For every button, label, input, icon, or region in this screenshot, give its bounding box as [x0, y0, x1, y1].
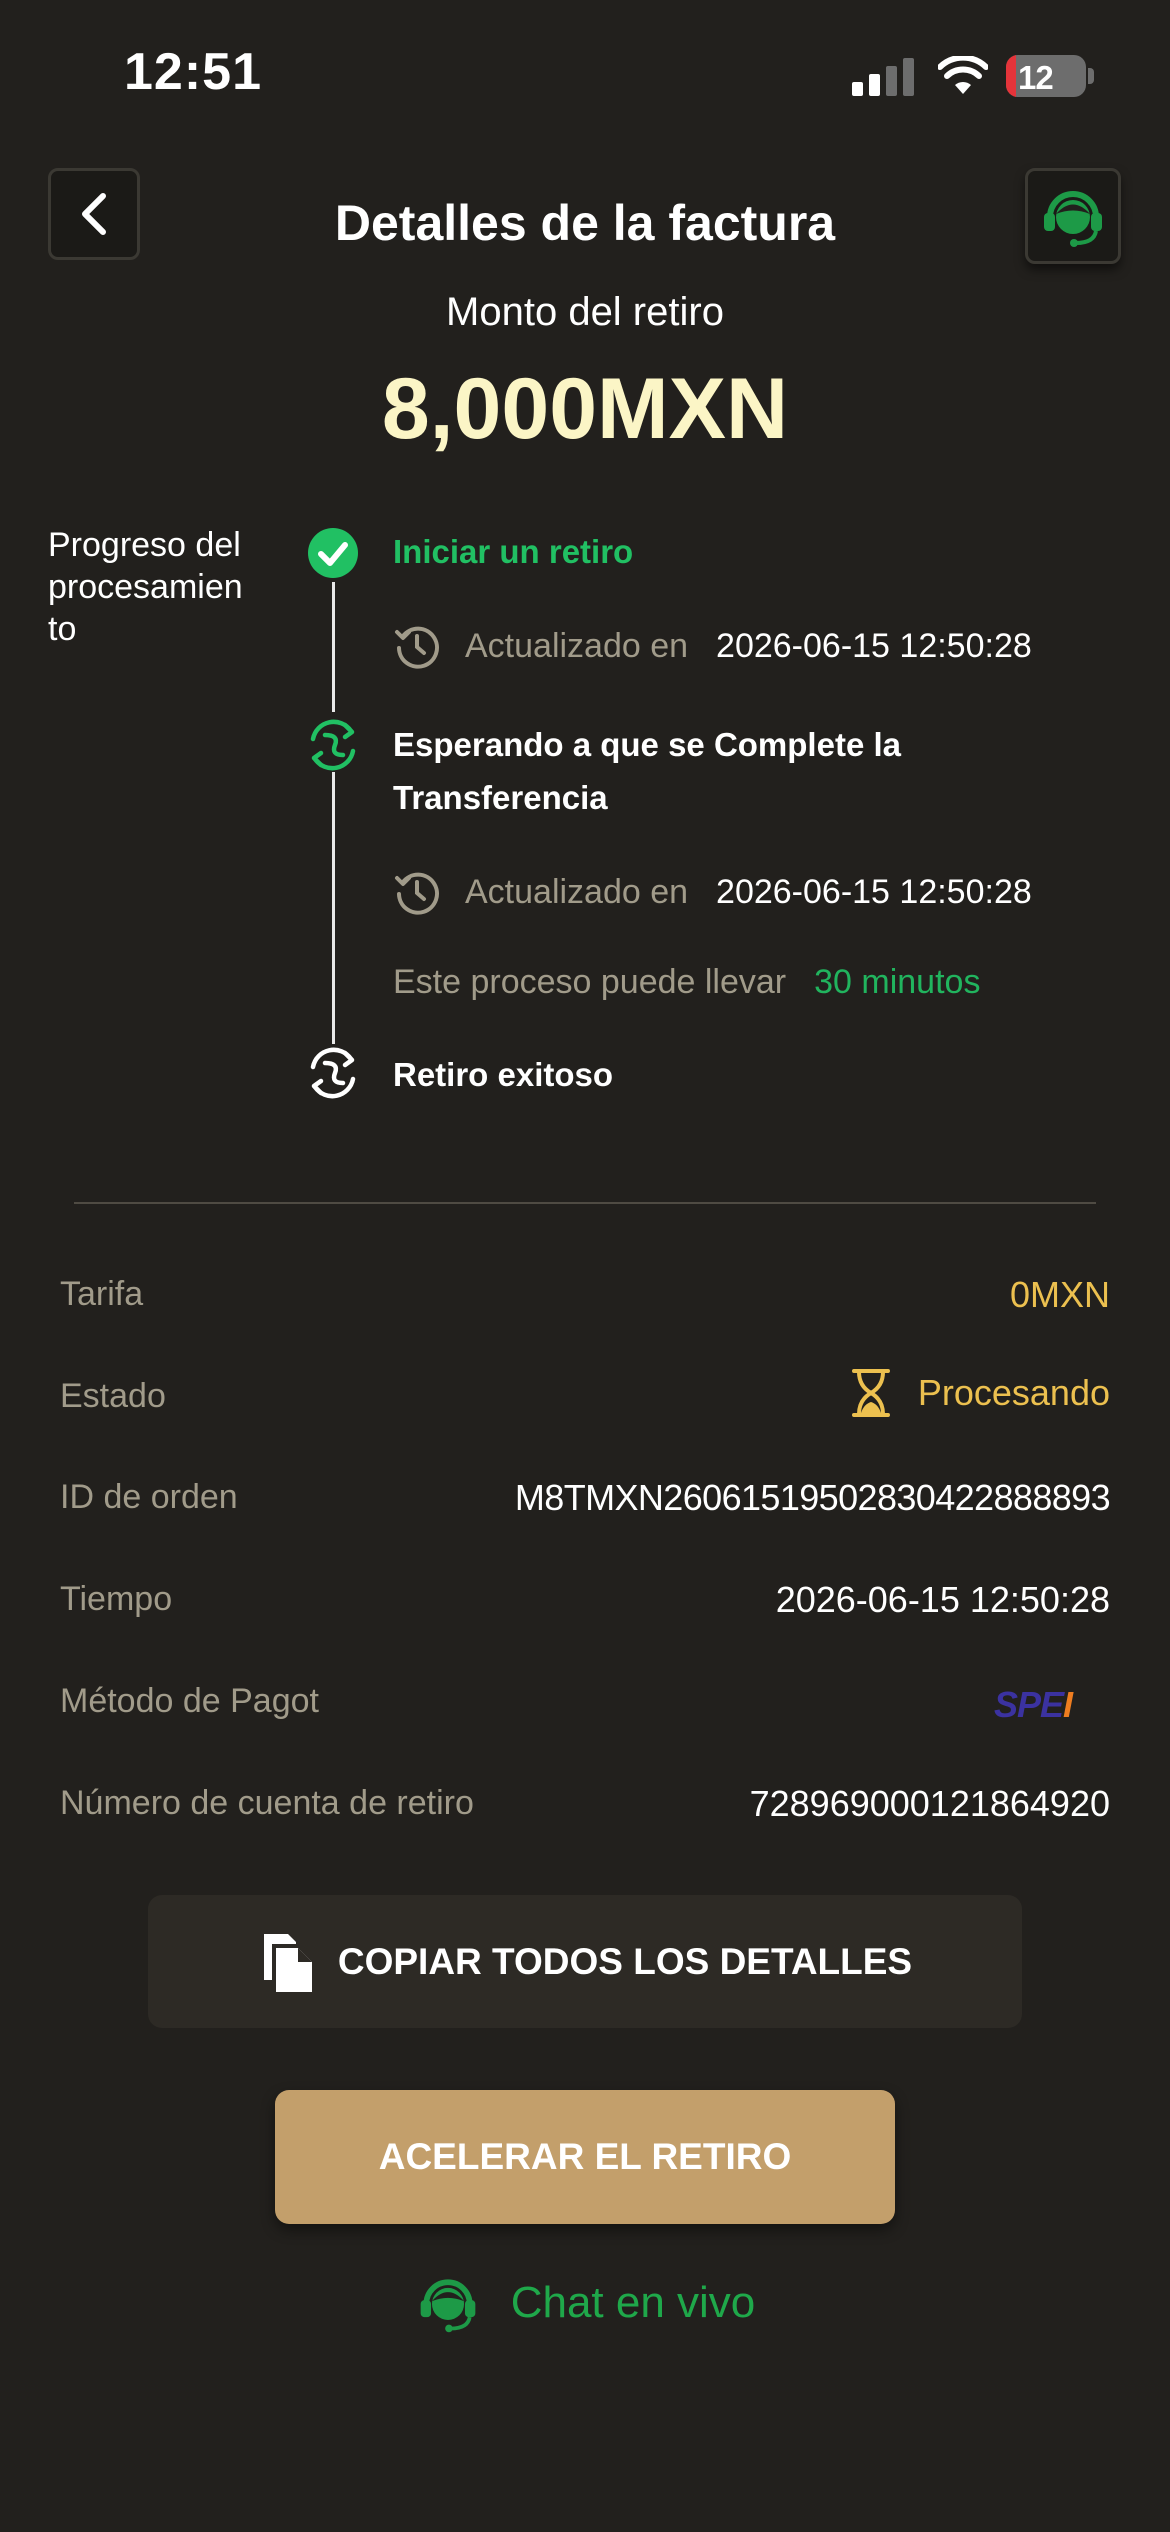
updated-time: 2026-06-15 12:50:28	[716, 872, 1032, 911]
section-divider	[74, 1202, 1096, 1204]
processing-arrows-icon	[310, 719, 356, 771]
step-title-waiting: Esperando a que se Complete la Transfere…	[393, 726, 901, 816]
payment-method-label: Método de Pagot	[60, 1682, 319, 1720]
time-value: 2026-06-15 12:50:28	[775, 1579, 1110, 1620]
estimated-duration-row: Este proceso puede llevar 30 minutos	[393, 963, 980, 1002]
step-updated-row: Actualizado en 2026-06-15 12:50:28	[393, 622, 1032, 670]
order-id-value: M8TMXN26061519502830422888893	[514, 1477, 1111, 1518]
copy-all-details-button[interactable]: COPIAR TODOS LOS DETALLES	[148, 1895, 1022, 2028]
page-title: Detalles de la factura	[334, 195, 836, 251]
step-title-initiated: Iniciar un retiro	[393, 533, 634, 570]
updated-label: Actualizado en	[465, 872, 689, 911]
withdrawal-amount-label: Monto del retiro	[446, 290, 724, 334]
fee-label: Tarifa	[60, 1275, 144, 1313]
status-badge: Procesando	[850, 1368, 1110, 1418]
cellular-signal-icon	[852, 58, 914, 96]
battery-percent: 12	[1018, 59, 1054, 96]
speed-up-withdrawal-button[interactable]: ACELERAR EL RETIRO	[275, 2090, 895, 2224]
order-id-label: ID de orden	[60, 1478, 238, 1516]
account-number-label: Número de cuenta de retiro	[60, 1784, 474, 1822]
battery-cap	[1088, 68, 1094, 84]
fee-value: 0MXN	[1009, 1274, 1110, 1315]
spei-logo: SPEI	[993, 1684, 1073, 1725]
customer-support-button[interactable]	[1025, 168, 1121, 264]
processing-arrows-icon	[310, 1047, 356, 1099]
clock-history-icon	[395, 872, 439, 915]
step-title-success: Retiro exitoso	[393, 1056, 614, 1093]
headset-agent-icon	[420, 2279, 476, 2333]
updated-time: 2026-06-15 12:50:28	[716, 626, 1032, 665]
wifi-icon	[938, 56, 988, 94]
live-chat-link[interactable]: Chat en vivo	[0, 2270, 1170, 2336]
battery-indicator: 12	[1006, 55, 1086, 97]
headset-agent-icon	[1044, 191, 1102, 247]
speed-up-label: ACELERAR EL RETIRO	[378, 2136, 792, 2177]
battery-level-fill	[1006, 55, 1016, 97]
timeline-connector	[332, 772, 335, 1044]
updated-label: Actualizado en	[465, 626, 689, 665]
status-label: Estado	[60, 1377, 166, 1415]
duration-value: 30 minutos	[814, 963, 981, 1001]
withdrawal-amount-value: 8,000MXN	[381, 361, 789, 457]
clock-history-icon	[395, 626, 439, 669]
time-label: Tiempo	[60, 1580, 173, 1618]
account-number-value: 728969000121864920	[749, 1783, 1110, 1824]
copy-all-details-label: COPIAR TODOS LOS DETALLES	[337, 1940, 913, 1982]
step-updated-row: Actualizado en 2026-06-15 12:50:28	[393, 868, 1032, 916]
status-time: 12:51	[124, 43, 262, 101]
duration-label: Este proceso puede llevar	[393, 963, 787, 1001]
copy-documents-icon	[263, 1933, 312, 1992]
hourglass-icon	[851, 1369, 890, 1417]
timeline-connector	[332, 582, 335, 712]
progress-label: Progreso del procesamiento	[48, 526, 243, 648]
check-circle-icon	[308, 528, 358, 578]
status-value: Procesando	[917, 1372, 1110, 1413]
live-chat-label: Chat en vivo	[510, 2278, 756, 2327]
